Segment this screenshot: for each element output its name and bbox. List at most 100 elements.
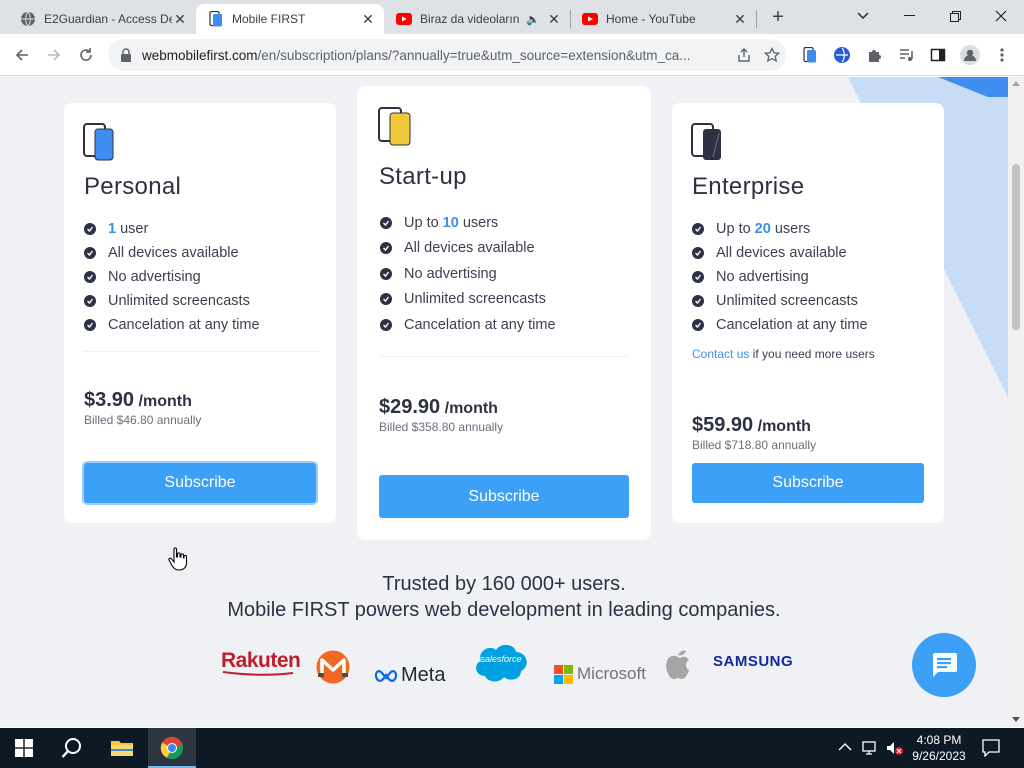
tab-mobile-first[interactable]: Mobile FIRST ✕ <box>196 4 384 34</box>
notifications-icon[interactable] <box>982 739 1000 760</box>
plan-name: Personal <box>84 173 182 200</box>
taskbar-search-button[interactable] <box>48 728 96 768</box>
tab-close-icon[interactable]: ✕ <box>546 11 562 28</box>
microsoft-wordmark: Microsoft <box>577 664 646 683</box>
bookmark-star-icon[interactable] <box>758 41 786 69</box>
feature-text: No advertising <box>404 265 497 282</box>
address-bar[interactable]: webmobilefirst.com/en/subscription/plans… <box>108 39 786 71</box>
chat-launcher-button[interactable] <box>912 633 976 697</box>
tab-close-icon[interactable]: ✕ <box>360 11 376 28</box>
check-icon <box>84 319 96 331</box>
check-icon <box>692 295 704 307</box>
forward-button[interactable] <box>40 41 68 69</box>
subscribe-button-personal[interactable]: Subscribe <box>84 463 316 503</box>
windows-taskbar: 4:08 PM 9/26/2023 <box>0 728 1024 768</box>
scroll-down-arrow-icon[interactable] <box>1012 717 1020 722</box>
clock-date: 9/26/2023 <box>912 749 966 763</box>
tab-title: Biraz da videoların <box>420 12 520 26</box>
media-control-icon[interactable] <box>892 41 920 69</box>
subscribe-button-startup[interactable]: Subscribe <box>379 475 629 518</box>
tab-close-icon[interactable]: ✕ <box>732 11 748 28</box>
close-window-button[interactable] <box>978 0 1024 32</box>
feature-list: 1 user All devices available No advertisi… <box>84 217 260 337</box>
check-icon <box>692 271 704 283</box>
feature-text: Unlimited screencasts <box>108 293 250 309</box>
tab-e2guardian[interactable]: E2Guardian - Access De ✕ <box>8 4 196 34</box>
system-clock[interactable]: 4:08 PM 9/26/2023 <box>904 732 974 764</box>
logo-meta: Meta <box>374 651 445 699</box>
windows-logo-icon <box>15 739 33 757</box>
feature-item: Cancelation at any time <box>692 313 868 337</box>
billed-annually: Billed $358.80 annually <box>379 420 504 434</box>
browser-menu-icon[interactable] <box>988 41 1016 69</box>
tab-youtube-home[interactable]: Home - YouTube ✕ <box>570 4 756 34</box>
restore-button[interactable] <box>932 0 978 32</box>
volume-muted-icon[interactable] <box>886 740 904 759</box>
new-tab-button[interactable]: + <box>766 6 790 30</box>
url-text[interactable]: webmobilefirst.com/en/subscription/plans… <box>142 48 730 63</box>
start-button[interactable] <box>0 728 48 768</box>
price-block: $29.90 /month Billed $358.80 annually <box>379 396 503 434</box>
clock-time: 4:08 PM <box>916 733 962 747</box>
youtube-icon <box>396 11 412 27</box>
back-button[interactable] <box>8 41 36 69</box>
divider <box>84 351 320 352</box>
contact-us-link[interactable]: Contact us <box>692 347 749 361</box>
price-amount: $3.90 <box>84 389 135 411</box>
feature-prefix: Up to <box>716 221 751 237</box>
vpn-extension-icon[interactable] <box>828 41 856 69</box>
share-icon[interactable] <box>730 41 758 69</box>
chrome-icon <box>160 736 183 759</box>
page-viewport: Personal 1 user All devices available No … <box>0 77 1008 727</box>
feature-text: No advertising <box>716 269 809 285</box>
tray-chevron-up-icon[interactable] <box>838 740 852 755</box>
tab-search-button[interactable] <box>840 0 886 32</box>
rakuten-wordmark: Rakuten <box>221 649 301 672</box>
tab-separator <box>570 10 571 28</box>
scrollbar-thumb[interactable] <box>1012 164 1020 330</box>
apple-logo-icon <box>666 650 689 680</box>
extensions-puzzle-icon[interactable] <box>860 41 888 69</box>
lock-icon[interactable] <box>120 48 134 62</box>
mobile-first-extension-icon[interactable] <box>796 41 824 69</box>
plan-card-enterprise: Enterprise Up to 20 users All devices avai… <box>672 103 944 523</box>
tab-biraz-da[interactable]: Biraz da videoların 🔈 ✕ <box>384 4 570 34</box>
chrome-taskbar-button[interactable] <box>148 728 196 768</box>
plan-card-personal: Personal 1 user All devices available No … <box>64 103 336 523</box>
file-explorer-button[interactable] <box>98 728 146 768</box>
check-icon <box>84 247 96 259</box>
trusted-line-1: Trusted by 160 000+ users. <box>382 573 626 595</box>
check-icon <box>380 293 392 306</box>
speaker-icon[interactable]: 🔈 <box>526 13 540 26</box>
profile-avatar-icon[interactable] <box>956 41 984 69</box>
youtube-icon <box>582 11 598 27</box>
page-scrollbar[interactable] <box>1008 77 1024 727</box>
reload-button[interactable] <box>72 41 100 69</box>
mobile-first-icon <box>208 11 224 27</box>
subscribe-button-enterprise[interactable]: Subscribe <box>692 463 924 503</box>
minimize-button[interactable] <box>886 0 932 32</box>
feature-item: No advertising <box>84 265 260 289</box>
tab-strip: E2Guardian - Access De ✕ Mobile FIRST ✕ … <box>0 0 1024 34</box>
plan-name: Enterprise <box>692 173 805 200</box>
folder-icon <box>111 741 133 756</box>
feature-item: Unlimited screencasts <box>692 289 868 313</box>
feature-item: No advertising <box>692 265 868 289</box>
check-icon <box>84 223 96 235</box>
phone-blue-icon <box>83 123 114 161</box>
side-panel-icon[interactable] <box>924 41 952 69</box>
feature-text: users <box>462 214 499 231</box>
network-icon[interactable] <box>862 740 880 759</box>
tab-close-icon[interactable]: ✕ <box>172 11 188 28</box>
billed-annually: Billed $718.80 annually <box>692 438 817 452</box>
feature-item: Up to 20 users <box>692 217 868 241</box>
feature-text: Unlimited screencasts <box>404 291 546 308</box>
feature-text: Cancelation at any time <box>716 317 868 333</box>
feature-text: All devices available <box>716 245 847 261</box>
scroll-up-arrow-icon[interactable] <box>1012 81 1020 86</box>
contact-note-text: if you need more users <box>752 347 875 361</box>
contact-note: Contact us if you need more users <box>692 347 875 361</box>
user-count: 20 <box>754 221 771 237</box>
feature-item: Up to 10 users <box>380 210 556 236</box>
salesforce-wordmark: salesforce <box>480 654 522 664</box>
